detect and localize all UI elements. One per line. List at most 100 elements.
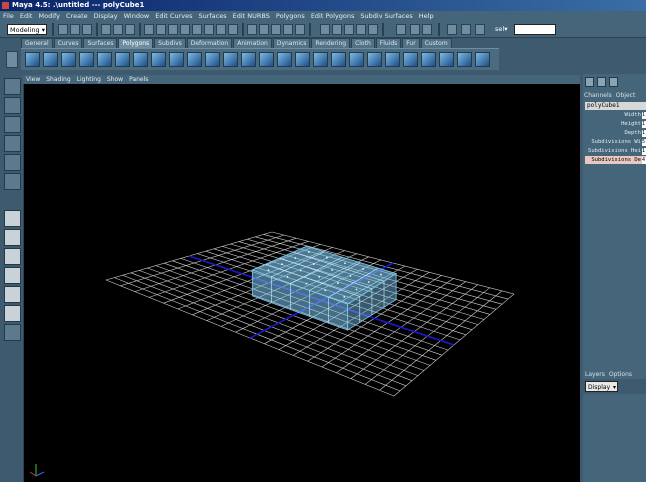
attribute-editor-icon[interactable] — [597, 77, 606, 87]
tab-surfaces[interactable]: Surfaces — [83, 38, 118, 48]
attribute-editor-toggle-icon[interactable] — [422, 24, 432, 35]
perspective-viewport[interactable] — [23, 84, 580, 482]
rotate-tool-icon[interactable] — [4, 135, 21, 152]
panel-menu-lighting[interactable]: Lighting — [74, 76, 104, 83]
snap-grid-icon[interactable] — [247, 24, 257, 35]
render-globals-icon[interactable] — [356, 24, 366, 35]
channel-box-icon[interactable] — [585, 77, 594, 87]
poly-triangulate-icon[interactable] — [205, 52, 220, 67]
channel-value[interactable]: 4 — [642, 157, 646, 164]
tab-custom[interactable]: Custom — [420, 38, 452, 48]
poly-extract-icon[interactable] — [367, 52, 382, 67]
layer-type-selector[interactable]: Display — [585, 381, 618, 393]
tab-deformation[interactable]: Deformation — [186, 38, 233, 48]
move-tool-icon[interactable] — [4, 116, 21, 133]
channel-box-tab-channels[interactable]: Channels — [584, 92, 612, 99]
layout-persp-outliner-icon[interactable] — [4, 267, 21, 284]
panel-menu-panels[interactable]: Panels — [126, 76, 151, 83]
viewport-scene[interactable] — [24, 84, 581, 482]
ipr-render-icon[interactable] — [344, 24, 354, 35]
layer-menu-layers[interactable]: Layers — [585, 371, 605, 378]
panel-menu-show[interactable]: Show — [104, 76, 126, 83]
menu-edit-nurbs[interactable]: Edit NURBS — [230, 12, 273, 20]
render-frame-icon[interactable] — [332, 24, 342, 35]
selection-mode-label[interactable]: sel▾ — [495, 25, 507, 33]
tab-polygons[interactable]: Polygons — [118, 38, 154, 48]
menu-surfaces[interactable]: Surfaces — [195, 12, 229, 20]
panel-menu-view[interactable]: View — [23, 76, 43, 83]
channel-value[interactable]: 1 — [642, 148, 646, 155]
channel-value[interactable]: 1 — [642, 112, 646, 119]
poly-extrude-face-icon[interactable] — [241, 52, 256, 67]
menu-subdiv-surfaces[interactable]: Subdiv Surfaces — [357, 12, 415, 20]
poly-merge-icon[interactable] — [313, 52, 328, 67]
menu-window[interactable]: Window — [121, 12, 153, 20]
tool-settings-icon[interactable] — [609, 77, 618, 87]
menu-set-selector[interactable]: Modeling — [7, 24, 47, 36]
mask-joints-icon[interactable] — [156, 24, 166, 35]
layout-four-pane-icon[interactable] — [4, 229, 21, 246]
mask-deformers-icon[interactable] — [192, 24, 202, 35]
tab-general[interactable]: General — [21, 38, 53, 48]
tab-cloth[interactable]: Cloth — [351, 38, 375, 48]
tab-rendering[interactable]: Rendering — [311, 38, 351, 48]
tab-dynamics[interactable]: Dynamics — [272, 38, 311, 48]
poly-wedge-icon[interactable] — [403, 52, 418, 67]
channel-value[interactable]: 1 — [642, 121, 646, 128]
lasso-tool-icon[interactable] — [4, 97, 21, 114]
menu-file[interactable]: File — [0, 12, 17, 20]
select-component-icon[interactable] — [125, 24, 135, 35]
channel-row[interactable]: Subdivisions Hei 1 — [585, 147, 646, 155]
menu-display[interactable]: Display — [91, 12, 121, 20]
snap-point-icon[interactable] — [271, 24, 281, 35]
menu-edit-polygons[interactable]: Edit Polygons — [308, 12, 358, 20]
tab-fur[interactable]: Fur — [402, 38, 420, 48]
layout-persp-graph-icon[interactable] — [4, 286, 21, 303]
poly-cylinder-icon[interactable] — [61, 52, 76, 67]
new-scene-icon[interactable] — [58, 24, 68, 35]
snap-view-plane-icon[interactable] — [283, 24, 293, 35]
select-hierarchy-icon[interactable] — [101, 24, 111, 35]
menu-modify[interactable]: Modify — [35, 12, 63, 20]
layout-two-pane-icon[interactable] — [4, 248, 21, 265]
poly-sphere-icon[interactable] — [25, 52, 40, 67]
cylindrical-mapping-icon[interactable] — [457, 52, 472, 67]
layer-menu-options[interactable]: Options — [609, 371, 632, 378]
scale-tool-icon[interactable] — [4, 154, 21, 171]
menu-edit[interactable]: Edit — [17, 12, 36, 20]
input-line-icon[interactable] — [396, 24, 406, 35]
channel-value[interactable]: 5 — [642, 139, 646, 146]
layout-four-icon[interactable] — [461, 24, 471, 35]
manipulator-tool-icon[interactable] — [4, 173, 21, 190]
panel-menu-shading[interactable]: Shading — [43, 76, 73, 83]
open-scene-icon[interactable] — [70, 24, 80, 35]
select-object-icon[interactable] — [113, 24, 123, 35]
layout-single-icon[interactable] — [447, 24, 457, 35]
channel-box-toggle-icon[interactable] — [410, 24, 420, 35]
poly-append-icon[interactable] — [421, 52, 436, 67]
snap-curve-icon[interactable] — [259, 24, 269, 35]
poly-torus-icon[interactable] — [115, 52, 130, 67]
mask-rendering-icon[interactable] — [216, 24, 226, 35]
mask-dynamics-icon[interactable] — [204, 24, 214, 35]
tab-subdivs[interactable]: Subdivs — [154, 38, 186, 48]
poly-smooth-icon[interactable] — [187, 52, 202, 67]
tab-curves[interactable]: Curves — [53, 38, 83, 48]
channel-row[interactable]: Depth 1 — [585, 129, 646, 137]
poly-cone-icon[interactable] — [79, 52, 94, 67]
menu-help[interactable]: Help — [416, 12, 437, 20]
layout-hypershade-icon[interactable] — [4, 305, 21, 322]
mask-misc-icon[interactable] — [228, 24, 238, 35]
menu-polygons[interactable]: Polygons — [273, 12, 308, 20]
menu-edit-curves[interactable]: Edit Curves — [152, 12, 195, 20]
poly-bevel-icon[interactable] — [277, 52, 292, 67]
layout-outliner-icon[interactable] — [475, 24, 485, 35]
poly-duplicate-face-icon[interactable] — [349, 52, 364, 67]
channel-row[interactable]: Height 1 — [585, 120, 646, 128]
poly-plane-icon[interactable] — [97, 52, 112, 67]
uv-texture-editor-icon[interactable] — [475, 52, 490, 67]
mask-surfaces-icon[interactable] — [180, 24, 190, 35]
window-title-bar[interactable]: Maya 4.5: .\untitled --- polyCube1 — [0, 0, 646, 11]
poly-separate-icon[interactable] — [151, 52, 166, 67]
history-icon[interactable] — [320, 24, 330, 35]
